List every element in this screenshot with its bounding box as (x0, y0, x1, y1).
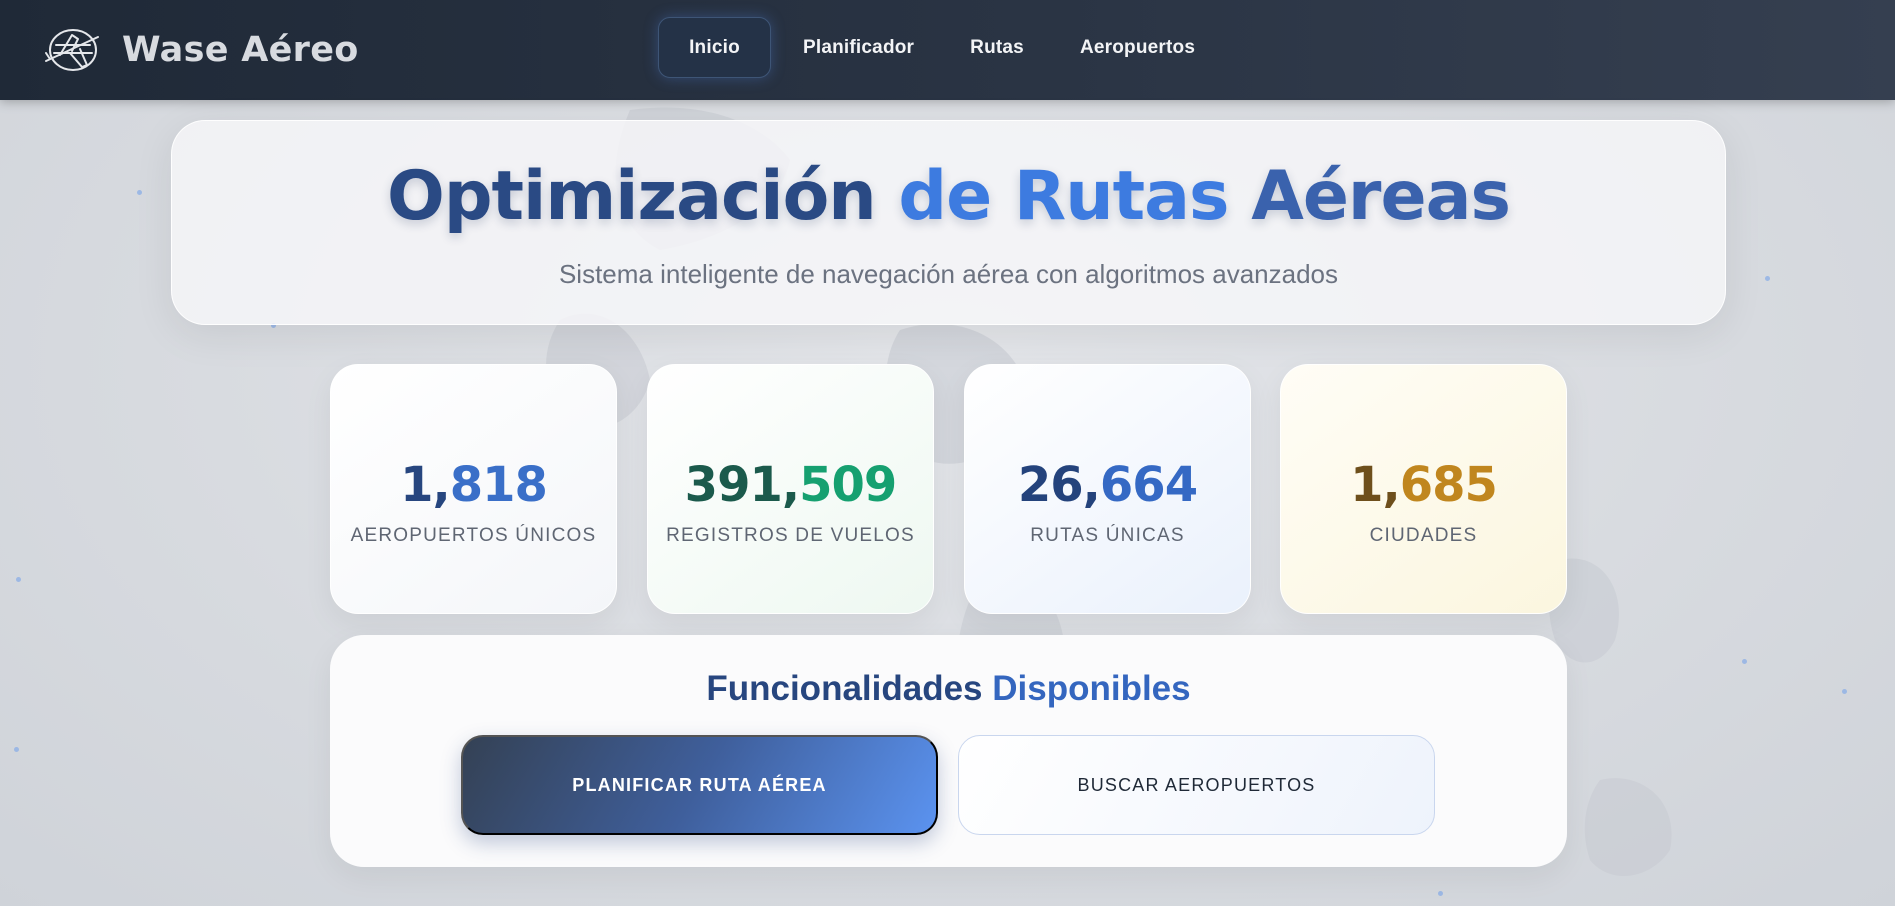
map-dot (137, 190, 142, 195)
plan-route-button[interactable]: PLANIFICAR RUTA AÉREA (461, 735, 938, 835)
stat-value: 26,664 (965, 457, 1250, 513)
features-title: Funcionalidades Disponibles (330, 669, 1567, 709)
stat-value: 1,685 (1281, 457, 1566, 513)
stat-value-part: 1, (1350, 457, 1401, 513)
stat-card-routes: 26,664 RUTAS ÚNICAS (964, 364, 1251, 614)
stat-label: REGISTROS DE VUELOS (666, 525, 915, 546)
page-title: Optimización de Rutas Aéreas (172, 157, 1725, 236)
airplane-logo-icon (45, 29, 99, 71)
features-card: Funcionalidades Disponibles PLANIFICAR R… (330, 635, 1567, 867)
stat-label: AEROPUERTOS ÚNICOS (350, 525, 597, 546)
map-dot (16, 577, 21, 582)
search-airports-button[interactable]: BUSCAR AEROPUERTOS (958, 735, 1435, 835)
stat-card-flight-records: 391,509 REGISTROS DE VUELOS (647, 364, 934, 614)
stat-value-part: 391, (684, 457, 800, 513)
stat-value-part: 26, (1017, 457, 1101, 513)
stat-value-part: 664 (1099, 457, 1198, 513)
brand[interactable]: Wase Aéreo (42, 22, 359, 78)
nav-item-inicio[interactable]: Inicio (658, 17, 771, 78)
hero-card: Optimización de Rutas Aéreas Sistema int… (171, 120, 1726, 325)
map-dot (1765, 276, 1770, 281)
brand-name: Wase Aéreo (122, 30, 359, 70)
features-title-part-1: Funcionalidades (706, 669, 983, 708)
features-title-part-2: Disponibles (992, 669, 1191, 708)
stat-value-part: 818 (449, 457, 548, 513)
stat-label: CIUDADES (1369, 525, 1478, 546)
nav-item-aeropuertos[interactable]: Aeropuertos (1052, 17, 1223, 78)
title-part-2: de Rutas (898, 157, 1229, 236)
stat-value: 1,818 (331, 457, 616, 513)
stat-value: 391,509 (648, 457, 933, 513)
map-dot (14, 747, 19, 752)
nav-item-planificador[interactable]: Planificador (775, 17, 942, 78)
title-part-1: Optimización (387, 157, 877, 236)
title-part-3: Aéreas (1251, 157, 1511, 236)
map-dot (1438, 891, 1443, 896)
stat-card-airports: 1,818 AEROPUERTOS ÚNICOS (330, 364, 617, 614)
nav-item-rutas[interactable]: Rutas (942, 17, 1052, 78)
stat-value-part: 685 (1399, 457, 1498, 513)
main-nav: Inicio Planificador Rutas Aeropuertos (658, 17, 1223, 78)
stat-value-part: 509 (799, 457, 897, 513)
stat-card-cities: 1,685 CIUDADES (1280, 364, 1567, 614)
stat-value-part: 1, (400, 457, 451, 513)
stat-label: RUTAS ÚNICAS (1030, 525, 1185, 546)
map-dot (1842, 689, 1847, 694)
top-navbar: Wase Aéreo Inicio Planificador Rutas Aer… (0, 0, 1895, 100)
map-dot (1742, 659, 1747, 664)
page-subtitle: Sistema inteligente de navegación aérea … (558, 259, 1339, 289)
